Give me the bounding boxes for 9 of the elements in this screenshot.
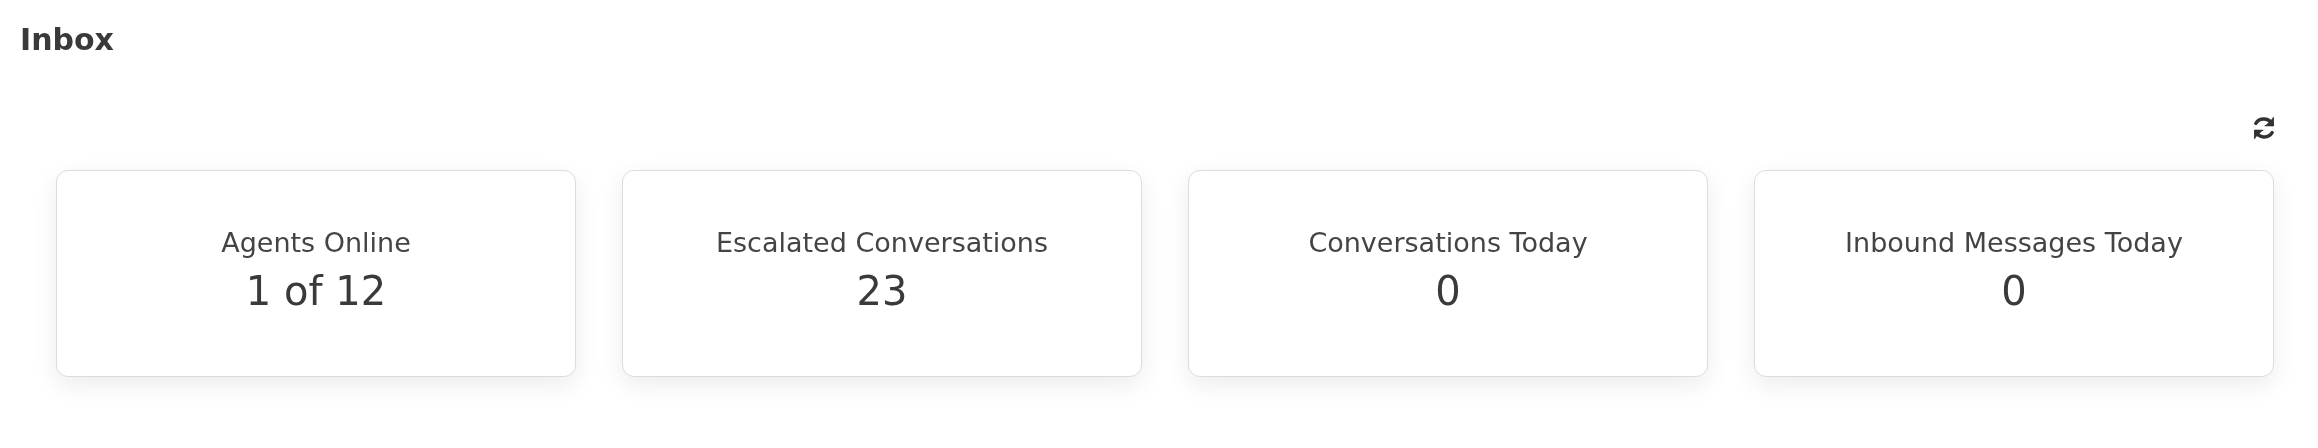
stat-label: Agents Online [221, 227, 411, 258]
stat-value: 23 [856, 268, 908, 314]
stat-label: Inbound Messages Today [1845, 227, 2183, 258]
stat-label: Escalated Conversations [715, 227, 1049, 258]
stat-value: 1 of 12 [245, 268, 387, 314]
stat-value: 0 [1435, 268, 1461, 314]
page-title: Inbox [19, 21, 115, 59]
stat-label: Conversations Today [1308, 227, 1588, 258]
stat-value: 0 [2001, 268, 2027, 314]
